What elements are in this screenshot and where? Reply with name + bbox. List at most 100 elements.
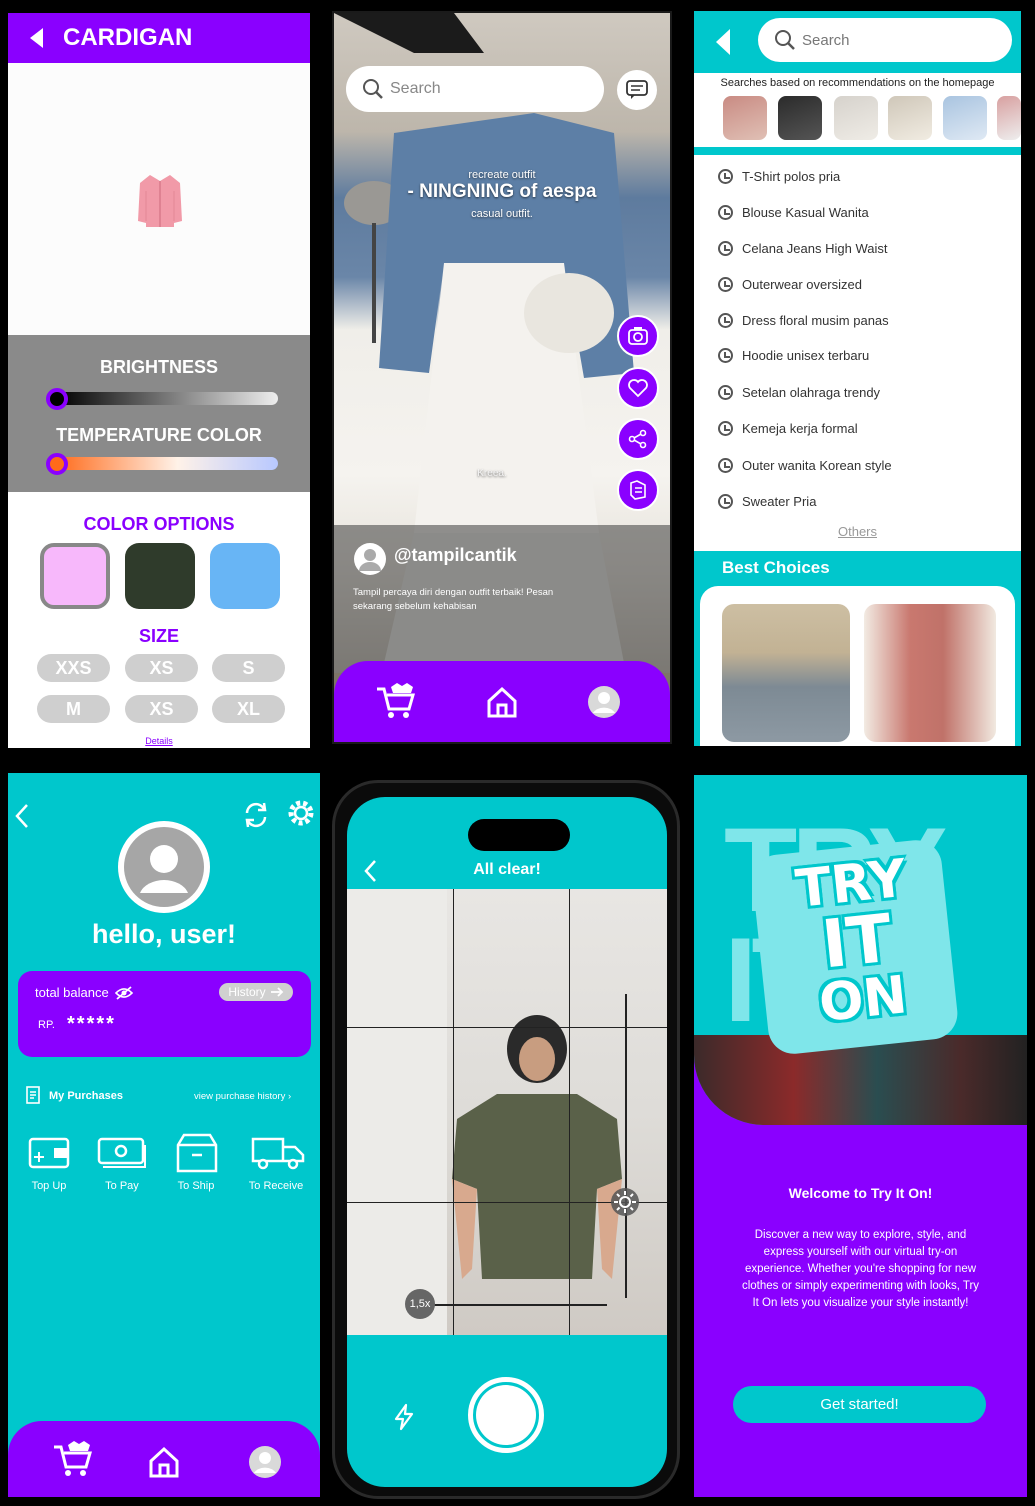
temperature-slider-knob[interactable] — [46, 453, 68, 475]
size-option[interactable]: M — [37, 695, 110, 723]
shutter-button[interactable] — [476, 1385, 536, 1445]
post-caption-box: @tampilcantik Tampil percaya diri dengan… — [334, 525, 670, 673]
refresh-icon[interactable] — [242, 801, 270, 829]
history-button[interactable]: History — [219, 983, 293, 1001]
user-avatar[interactable] — [354, 543, 386, 575]
exposure-slider[interactable] — [625, 994, 627, 1298]
color-swatch-dark-green[interactable] — [125, 543, 195, 609]
back-arrow-icon[interactable] — [716, 29, 730, 55]
like-button[interactable] — [617, 367, 659, 409]
recommendation-thumb[interactable] — [834, 96, 878, 140]
best-choices-label: Best Choices — [722, 558, 830, 577]
flash-icon[interactable] — [391, 1403, 417, 1431]
try-on-camera-button[interactable] — [617, 315, 659, 357]
gear-icon[interactable] — [285, 797, 317, 829]
history-item[interactable]: Sweater Pria — [718, 494, 816, 509]
bottom-nav — [334, 661, 670, 742]
clock-icon — [718, 458, 733, 473]
search-screen: Search Searches based on recommendations… — [694, 11, 1021, 746]
image-adjust-panel: BRIGHTNESS TEMPERATURE COLOR — [8, 335, 310, 492]
home-icon[interactable] — [485, 685, 519, 719]
profile-icon[interactable] — [248, 1445, 282, 1479]
history-item[interactable]: T-Shirt polos pria — [718, 169, 840, 184]
size-option[interactable]: XL — [212, 695, 285, 723]
color-options-label: COLOR OPTIONS — [83, 514, 235, 534]
clock-icon — [718, 313, 733, 328]
share-button[interactable] — [617, 418, 659, 460]
product-title: CARDIGAN — [63, 24, 193, 51]
arrow-right-icon — [270, 987, 283, 997]
history-item[interactable]: Dress floral musim panas — [718, 313, 889, 328]
clock-icon — [718, 494, 733, 509]
share-icon — [628, 429, 647, 449]
search-placeholder: Search — [802, 31, 850, 49]
history-item[interactable]: Outer wanita Korean style — [718, 458, 892, 473]
history-item[interactable]: Kemeja kerja formal — [718, 421, 858, 436]
wallet-icon[interactable] — [28, 1135, 70, 1171]
money-icon[interactable] — [97, 1135, 147, 1171]
size-option[interactable]: S — [212, 654, 285, 682]
divider — [694, 147, 1021, 155]
truck-icon[interactable] — [251, 1135, 305, 1171]
watermark: Kreea. — [477, 468, 507, 479]
zoom-button[interactable]: 1,5x — [405, 1289, 435, 1319]
eye-off-icon[interactable] — [114, 985, 133, 1000]
cart-icon[interactable] — [52, 1441, 94, 1479]
history-item[interactable]: Outerwear oversized — [718, 277, 862, 292]
search-placeholder: Search — [390, 80, 441, 97]
history-item[interactable]: Celana Jeans High Waist — [718, 241, 887, 256]
clothes-tag-icon — [630, 480, 646, 500]
username[interactable]: @tampilcantik — [394, 545, 517, 566]
clock-icon — [718, 169, 733, 184]
get-started-button[interactable]: Get started! — [733, 1386, 986, 1423]
details-link[interactable]: Details — [8, 736, 310, 746]
size-option[interactable]: XS — [125, 654, 198, 682]
outfit-detail-button[interactable] — [617, 469, 659, 511]
recommendation-thumb[interactable] — [723, 96, 767, 140]
masked-balance: ***** — [67, 1013, 116, 1035]
back-arrow-icon[interactable] — [14, 803, 30, 829]
home-icon[interactable] — [147, 1445, 181, 1479]
brightness-slider[interactable] — [55, 392, 278, 405]
view-purchase-history-link[interactable]: view purchase history › — [194, 1091, 291, 1102]
temperature-slider[interactable] — [55, 457, 278, 470]
dynamic-island — [468, 819, 570, 851]
recommendation-thumb[interactable] — [888, 96, 932, 140]
action-label: To Ship — [177, 1180, 215, 1192]
recommendation-thumb[interactable] — [778, 96, 822, 140]
history-item[interactable]: Setelan olahraga trendy — [718, 385, 880, 400]
best-choices-card — [700, 586, 1015, 746]
product-image-area — [8, 63, 310, 335]
sun-brightness-icon[interactable] — [609, 1186, 641, 1218]
back-arrow-icon[interactable] — [30, 28, 43, 48]
chat-button[interactable] — [617, 70, 657, 110]
color-swatch-blue[interactable] — [210, 543, 280, 609]
camera-tryon-phone: All clear! 1,5x — [332, 780, 680, 1499]
camera-icon — [628, 327, 648, 345]
size-option[interactable]: XS — [125, 695, 198, 723]
size-option[interactable]: XXS — [37, 654, 110, 682]
greeting: hello, user! — [91, 919, 237, 949]
hero-photo — [694, 1035, 1027, 1125]
heart-icon — [628, 379, 648, 398]
color-swatch-pink[interactable] — [40, 543, 110, 609]
profile-avatar[interactable] — [118, 821, 210, 913]
search-bar[interactable]: Search — [346, 66, 604, 112]
box-icon[interactable] — [176, 1133, 218, 1173]
product-card[interactable] — [722, 604, 850, 742]
cart-icon[interactable] — [375, 683, 417, 721]
history-item[interactable]: Blouse Kasual Wanita — [718, 205, 869, 220]
history-item[interactable]: Hoodie unisex terbaru — [718, 348, 869, 363]
search-input[interactable]: Search — [758, 18, 1012, 62]
recommendation-thumb[interactable] — [943, 96, 987, 140]
product-card[interactable] — [864, 604, 996, 742]
others-link[interactable]: Others — [694, 524, 1021, 539]
camera-status-title: All clear! — [473, 861, 541, 878]
brightness-slider-knob[interactable] — [46, 388, 68, 410]
profile-icon[interactable] — [587, 685, 621, 719]
feed-screen: Search recreate outfit - NINGNING of aes… — [332, 11, 672, 744]
welcome-heading: Welcome to Try It On! — [788, 1185, 933, 1201]
balance-label-row: total balance — [35, 985, 133, 1000]
clock-icon — [718, 421, 733, 436]
recommendation-thumb[interactable] — [997, 96, 1021, 140]
